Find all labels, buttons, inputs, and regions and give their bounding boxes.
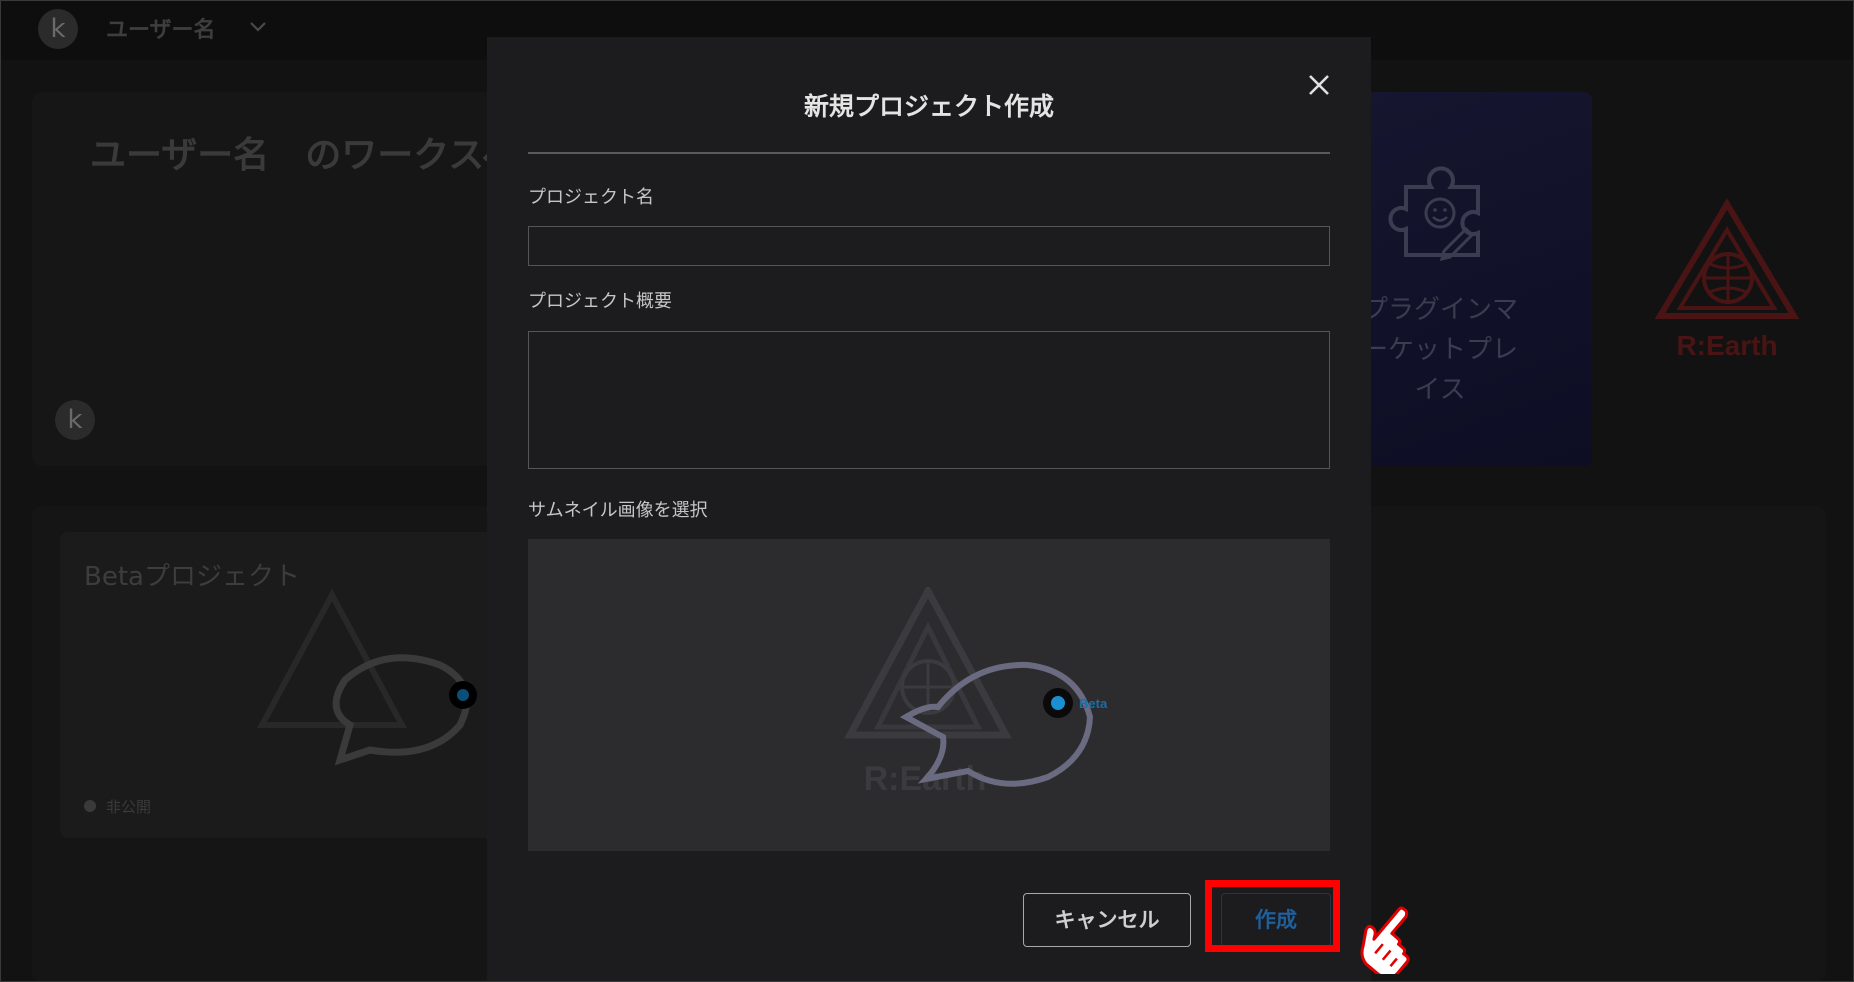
create-button-highlight [1205,880,1340,952]
puzzle-plugin-icon [1388,166,1480,262]
new-project-modal: 新規プロジェクト作成 プロジェクト名 プロジェクト概要 サムネイル画像を選択 R… [487,37,1371,982]
pointing-hand-icon [1360,906,1410,974]
project-name-input[interactable] [528,226,1330,266]
reearth-logo-text: R:Earth [1676,330,1777,361]
workspace-avatar: k [55,400,95,440]
cancel-button[interactable]: キャンセル [1023,893,1191,947]
project-thumbnail [256,588,477,766]
thumbnail-label: サムネイル画像を選択 [528,500,708,521]
workspace-title: ユーザー名 のワークスペ [90,135,518,176]
project-description-label: プロジェクト概要 [528,291,672,312]
project-status: 非公開 [106,798,152,816]
thumbnail-selector[interactable]: R:Earth Beta [528,539,1330,851]
modal-divider [528,152,1330,154]
chevron-down-icon[interactable] [246,14,270,38]
status-dot [84,800,96,812]
thumbnail-beta-badge: Beta [1079,696,1108,711]
thumbnail-preview-image: R:Earth Beta [844,587,1108,798]
project-description-textarea[interactable] [528,331,1330,469]
project-name-label: プロジェクト名 [528,187,654,208]
username[interactable]: ユーザー名 [106,12,216,44]
modal-title: 新規プロジェクト作成 [803,92,1054,121]
close-icon[interactable] [1299,65,1339,105]
user-avatar[interactable]: k [38,9,78,49]
reearth-logo: R:Earth [1654,198,1800,361]
